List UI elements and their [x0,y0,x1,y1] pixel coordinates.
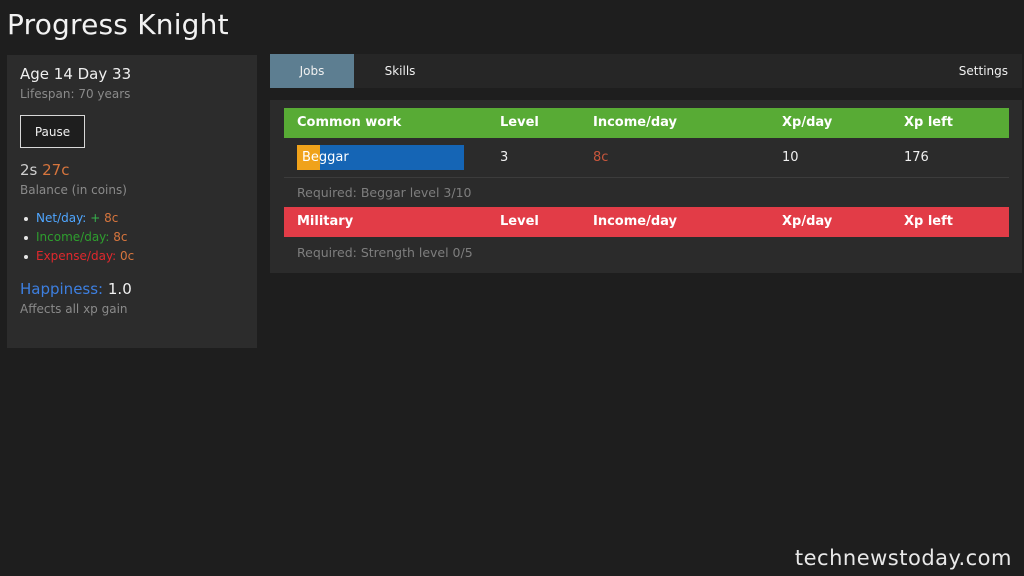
job-name: Beggar [302,150,349,165]
balance-label: Balance (in coins) [20,183,127,197]
daily-stats-list: Net/day: + 8c Income/day: 8c Expense/day… [20,209,244,266]
column-header-xp-left: Xp left [904,214,953,229]
column-header-level: Level [500,214,539,229]
pause-button[interactable]: Pause [20,115,85,148]
tab-skills[interactable]: Skills [366,54,434,88]
category-header-military: Military Level Income/day Xp/day Xp left [284,207,1009,237]
requirement-text-military: Required: Strength level 0/5 [297,245,473,260]
category-name: Military [297,214,354,229]
tab-jobs[interactable]: Jobs [270,54,354,88]
income-value: 8c [113,230,128,244]
happiness-note: Affects all xp gain [20,302,128,316]
balance-silver: 2s [20,161,38,179]
expense-value: 0c [120,249,135,263]
column-header-income: Income/day [593,214,677,229]
table-row-beggar: Beggar 3 8c 10 176 [284,138,1009,178]
column-header-income: Income/day [593,115,677,130]
expense-label: Expense/day: [36,249,117,263]
status-panel: Age 14 Day 33 Lifespan: 70 years Pause 2… [7,55,257,348]
app-title: Progress Knight [7,8,229,41]
column-header-xp-per-day: Xp/day [782,115,833,130]
column-header-level: Level [500,115,539,130]
job-level: 3 [500,150,509,165]
net-plus-sign: + [90,211,101,225]
income-per-day: Income/day: 8c [24,228,244,247]
happiness-display: Happiness: 1.0 [20,280,244,298]
net-value: 8c [104,211,119,225]
income-label: Income/day: [36,230,110,244]
game-screen: Progress Knight Age 14 Day 33 Lifespan: … [0,0,1024,576]
column-header-xp-per-day: Xp/day [782,214,833,229]
job-progress-button-beggar[interactable]: Beggar [297,145,464,170]
category-header-common-work: Common work Level Income/day Xp/day Xp l… [284,108,1009,138]
category-name: Common work [297,115,402,130]
tab-bar: Jobs Skills Settings [270,54,1022,88]
lifespan-text: Lifespan: 70 years [20,87,131,101]
net-label: Net/day: [36,211,87,225]
happiness-value: 1.0 [107,280,132,298]
job-xp-left: 176 [904,150,929,165]
happiness-label: Happiness: [20,280,104,298]
balance-copper: 27c [42,161,70,179]
tab-settings[interactable]: Settings [959,54,1008,88]
job-income: 8c [593,150,609,165]
column-header-xp-left: Xp left [904,115,953,130]
net-per-day: Net/day: + 8c [24,209,244,228]
expense-per-day: Expense/day: 0c [24,247,244,266]
balance-display: 2s 27c [20,161,244,179]
age-display: Age 14 Day 33 [20,65,132,83]
watermark: technewstoday.com [794,546,1012,570]
job-xp-per-day: 10 [782,150,799,165]
requirement-text-common: Required: Beggar level 3/10 [297,185,472,200]
jobs-table: Common work Level Income/day Xp/day Xp l… [270,100,1022,273]
